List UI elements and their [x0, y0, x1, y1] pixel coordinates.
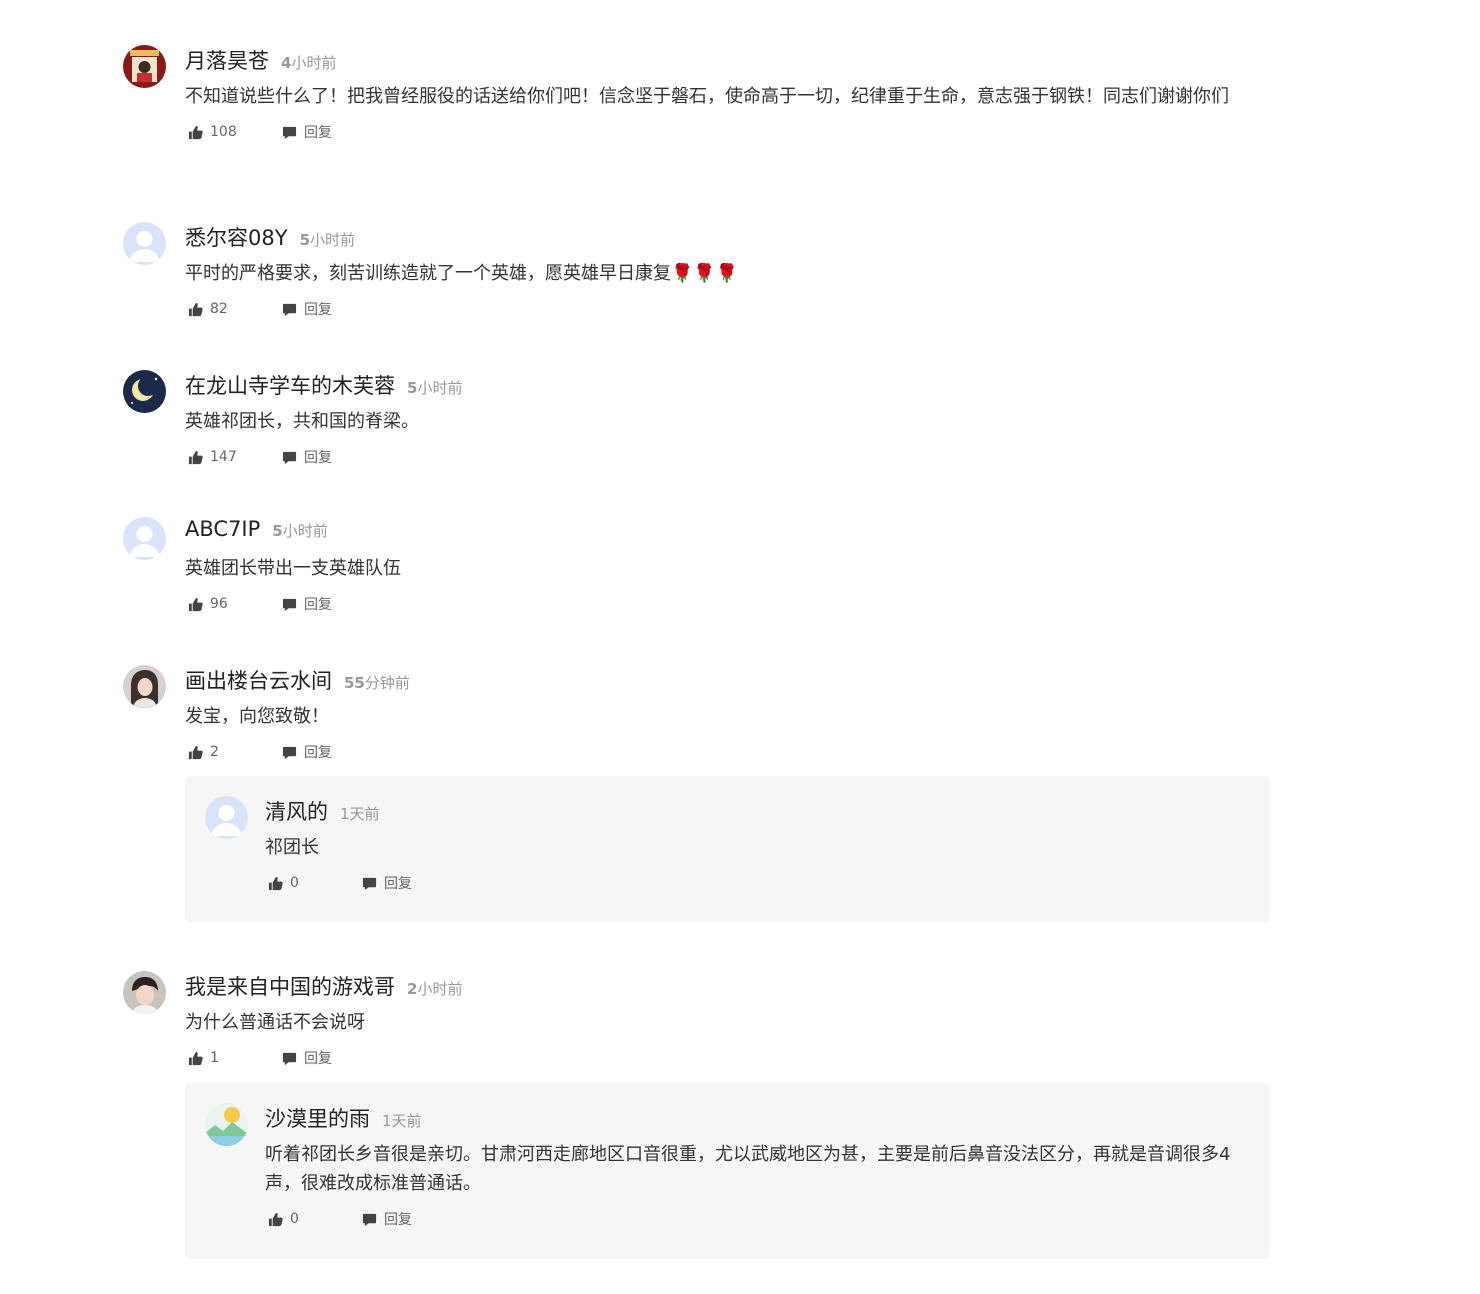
timestamp: 55分钟前: [344, 674, 410, 692]
like-button[interactable]: 147: [188, 449, 282, 465]
like-count: 147: [210, 449, 237, 465]
reply-button[interactable]: 回复: [282, 122, 332, 142]
thumbs-up-icon: [188, 1051, 203, 1065]
reply-label: 回复: [304, 450, 332, 466]
speech-bubble-icon: [362, 877, 377, 890]
timestamp: 5小时前: [407, 379, 463, 397]
reply-button[interactable]: 回复: [282, 742, 332, 762]
like-button[interactable]: 2: [188, 744, 282, 760]
like-count: 0: [290, 875, 299, 891]
username[interactable]: 清风的: [265, 796, 328, 826]
like-button[interactable]: 1: [188, 1050, 282, 1066]
reply-label: 回复: [304, 125, 332, 141]
user-avatar[interactable]: [123, 971, 166, 1014]
reply-label: 回复: [304, 302, 332, 318]
reply-label: 回复: [384, 1212, 412, 1228]
reply-button[interactable]: 回复: [282, 594, 332, 614]
user-avatar[interactable]: [205, 1103, 248, 1146]
speech-bubble-icon: [362, 1213, 377, 1226]
reply-text: 听着祁团长乡音很是亲切。甘肃河西走廊地区口音很重，尤以武威地区为甚，主要是前后鼻…: [265, 1144, 1231, 1194]
reply-label: 回复: [304, 1051, 332, 1067]
user-avatar[interactable]: [123, 370, 166, 413]
reply-button[interactable]: 回复: [282, 1048, 332, 1068]
default-avatar-icon: [205, 796, 248, 839]
speech-bubble-icon: [282, 303, 297, 316]
timestamp: 1天前: [382, 1112, 422, 1130]
reply-label: 回复: [304, 745, 332, 761]
landscape-avatar-icon: [205, 1103, 248, 1146]
moon-avatar-icon: [123, 370, 166, 413]
username[interactable]: ABC7IP: [185, 517, 260, 541]
thumbs-up-icon: [188, 450, 203, 464]
like-button[interactable]: 108: [188, 124, 282, 140]
speech-bubble-icon: [282, 126, 297, 139]
user-avatar[interactable]: [205, 796, 248, 839]
reply-button[interactable]: 回复: [282, 299, 332, 319]
timestamp: 2小时前: [407, 980, 463, 998]
username[interactable]: 我是来自中国的游戏哥: [185, 971, 395, 1001]
reply-button[interactable]: 回复: [362, 873, 412, 893]
thumbs-up-icon: [188, 125, 203, 139]
username[interactable]: 画出楼台云水间: [185, 665, 332, 695]
like-count: 1: [210, 1050, 219, 1066]
speech-bubble-icon: [282, 1052, 297, 1065]
speech-bubble-icon: [282, 451, 297, 464]
user-avatar[interactable]: [123, 665, 166, 708]
reply-button[interactable]: 回复: [362, 1209, 412, 1229]
reply-button[interactable]: 回复: [282, 447, 332, 467]
comment-text: 为什么普通话不会说呀: [185, 1012, 365, 1033]
like-count: 108: [210, 124, 237, 140]
reply-label: 回复: [384, 876, 412, 892]
photo-avatar-girl-icon: [123, 665, 166, 708]
comment-text: 发宝，向您致敬！: [185, 706, 329, 727]
default-avatar-icon: [123, 517, 166, 560]
user-avatar[interactable]: [123, 517, 166, 560]
username[interactable]: 沙漠里的雨: [265, 1103, 370, 1133]
thumbs-up-icon: [268, 876, 283, 890]
photo-avatar-boy-icon: [123, 971, 166, 1014]
speech-bubble-icon: [282, 746, 297, 759]
comment-list: 月落昊苍 4小时前 不知道说些什么了！把我曾经服役的话送给你们吧！信念坚于磐石，…: [0, 0, 1480, 1294]
thumbs-up-icon: [188, 745, 203, 759]
default-avatar-icon: [123, 222, 166, 265]
timestamp: 5小时前: [272, 522, 328, 540]
comment-text: 英雄祁团长，共和国的脊梁。: [185, 411, 419, 432]
comment-text: 平时的严格要求，刻苦训练造就了一个英雄，愿英雄早日康复🌹🌹🌹: [185, 263, 739, 284]
like-count: 2: [210, 744, 219, 760]
username[interactable]: 月落昊苍: [185, 45, 269, 75]
photo-avatar-red-icon: [123, 45, 166, 88]
speech-bubble-icon: [282, 598, 297, 611]
user-avatar[interactable]: [123, 222, 166, 265]
comment-text: 英雄团长带出一支英雄队伍: [185, 558, 401, 579]
like-button[interactable]: 82: [188, 301, 282, 317]
thumbs-up-icon: [188, 302, 203, 316]
comment-text: 不知道说些什么了！把我曾经服役的话送给你们吧！信念坚于磐石，使命高于一切，纪律重…: [185, 86, 1229, 107]
user-avatar[interactable]: [123, 45, 166, 88]
reply-text: 祁团长: [265, 837, 319, 858]
reply-thread: 清风的 1天前 祁团长 0 回复: [185, 776, 1270, 922]
like-button[interactable]: 0: [268, 875, 362, 891]
like-button[interactable]: 96: [188, 596, 282, 612]
thumbs-up-icon: [268, 1212, 283, 1226]
like-count: 82: [210, 301, 228, 317]
timestamp: 5小时前: [299, 231, 356, 249]
like-button[interactable]: 0: [268, 1211, 362, 1227]
thumbs-up-icon: [188, 597, 203, 611]
like-count: 0: [290, 1211, 299, 1227]
reply-thread: 沙漠里的雨 1天前 听着祁团长乡音很是亲切。甘肃河西走廊地区口音很重，尤以武威地…: [185, 1083, 1270, 1259]
reply-label: 回复: [304, 597, 332, 613]
like-count: 96: [210, 596, 228, 612]
timestamp: 4小时前: [281, 54, 337, 72]
username[interactable]: 悉尔容08Y: [185, 222, 288, 252]
timestamp: 1天前: [340, 805, 380, 823]
username[interactable]: 在龙山寺学车的木芙蓉: [185, 370, 395, 400]
